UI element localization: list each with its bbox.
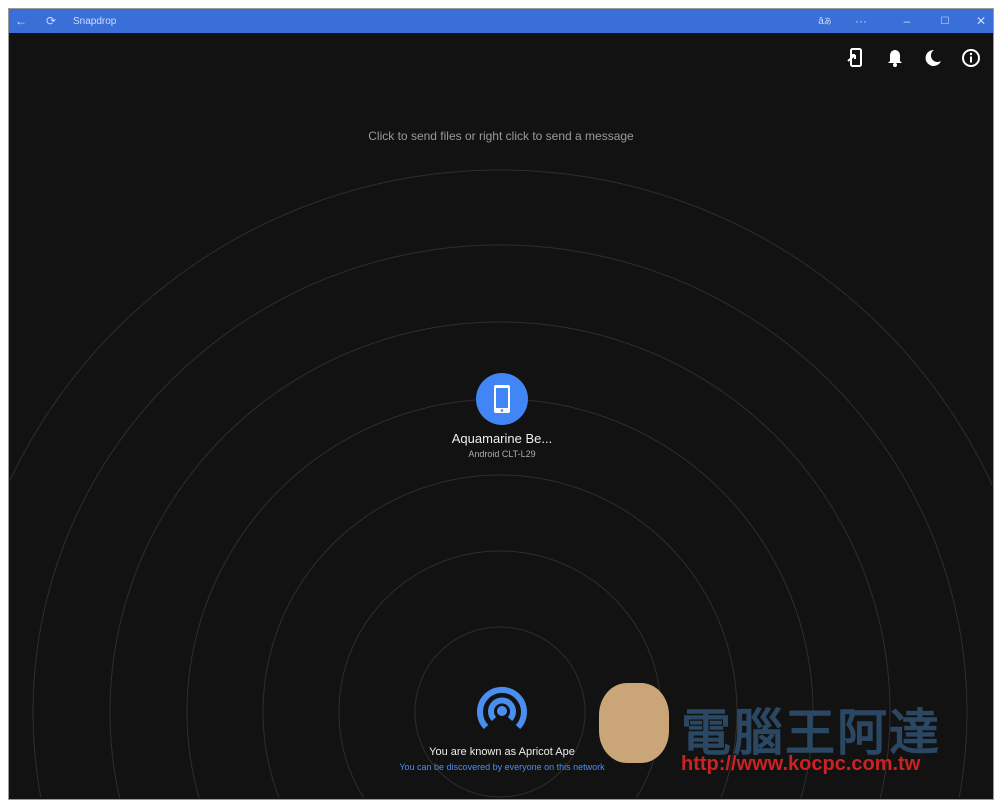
close-button[interactable]: ✕ [971,9,991,33]
main-content[interactable]: Click to send files or right click to se… [9,33,993,799]
mascot-face [599,683,669,763]
broadcast-icon [477,686,527,730]
notification-bell-icon[interactable] [884,47,906,69]
app-window: ← ⟳ Snapdrop āあ ··· – ☐ ✕ Click to send … [8,8,994,800]
read-aloud-icon[interactable]: āあ [815,9,835,33]
back-icon[interactable]: ← [11,9,31,33]
self-info: You are known as Apricot Ape You can be … [379,683,625,772]
refresh-icon[interactable]: ⟳ [41,9,61,33]
title-bar: ← ⟳ Snapdrop āあ ··· – ☐ ✕ [9,9,993,33]
maximize-button[interactable]: ☐ [935,9,955,33]
peer-device[interactable]: Aquamarine Be... Android CLT-L29 [429,373,575,459]
more-icon[interactable]: ··· [851,9,871,33]
watermark-logo: 電腦王阿達 http://www.kocpc.com.tw [599,673,959,793]
dark-mode-moon-icon[interactable] [922,47,944,69]
discovery-status: You can be discovered by everyone on thi… [399,762,605,772]
phone-icon[interactable] [476,373,528,425]
instruction-text: Click to send files or right click to se… [368,129,634,143]
minimize-button[interactable]: – [897,9,917,33]
info-icon[interactable] [960,47,982,69]
peer-name: Aquamarine Be... [451,431,553,446]
window-title: Snapdrop [73,15,117,27]
display-name: You are known as Apricot Ape [429,746,575,758]
install-icon[interactable] [845,47,867,69]
peer-device-model: Android CLT-L29 [468,449,536,459]
